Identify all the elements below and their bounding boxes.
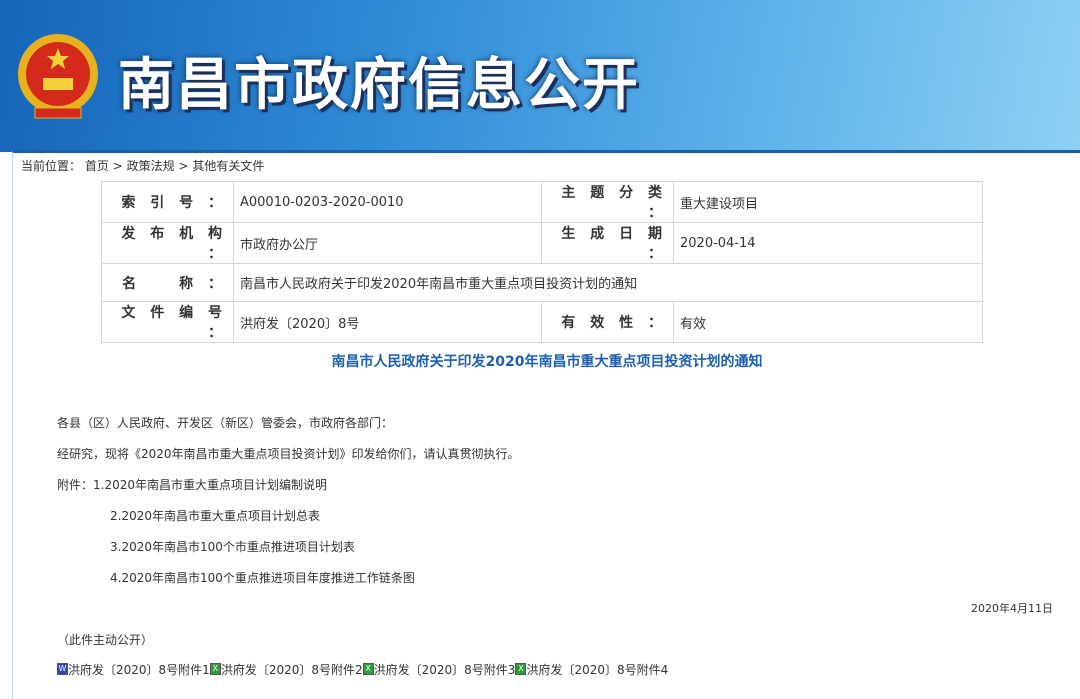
topic-value: 重大建设项目 bbox=[673, 181, 983, 223]
breadcrumb-policy[interactable]: 政策法规 bbox=[127, 159, 175, 173]
breadcrumb-home[interactable]: 首页 bbox=[85, 159, 109, 173]
date-value: 2020-04-14 bbox=[673, 222, 983, 264]
breadcrumb: 当前位置： 首页 > 政策法规 > 其他有关文件 bbox=[21, 157, 264, 174]
docno-label: 文 件 编 号 ： bbox=[101, 301, 234, 343]
document-title: 南昌市人民政府关于印发2020年南昌市重大重点项目投资计划的通知 bbox=[331, 354, 763, 370]
index-value: A00010-0203-2020-0010 bbox=[233, 181, 542, 223]
attachment-file-1[interactable]: W 洪府发〔2020〕8号附件1 bbox=[57, 661, 210, 678]
body-text: 经研究，现将《2020年南昌市重大重点项目投资计划》印发给你们，请认真贯彻执行。 bbox=[57, 447, 520, 461]
attachment-item-4: 4.2020年南昌市100个重点推进项目年度推进工作链条图 bbox=[110, 571, 415, 585]
topic-label: 主 题 分 类 ： bbox=[541, 181, 674, 223]
salutation: 各县（区）人民政府、开发区（新区）管委会，市政府各部门： bbox=[57, 416, 394, 430]
word-file-icon: W bbox=[57, 663, 68, 675]
site-title: 南昌市政府信息公开 bbox=[118, 53, 640, 118]
date-label: 生 成 日 期 ： bbox=[541, 222, 674, 264]
file-name: 洪府发〔2020〕8号附件3 bbox=[373, 662, 516, 677]
file-name: 洪府发〔2020〕8号附件1 bbox=[68, 662, 210, 677]
name-value: 南昌市人民政府关于印发2020年南昌市重大重点项目投资计划的通知 bbox=[233, 263, 983, 302]
public-note: （此件主动公开） bbox=[57, 633, 154, 647]
attachment-text: 1.2020年南昌市重大重点项目计划编制说明 bbox=[93, 478, 328, 492]
breadcrumb-other-docs[interactable]: 其他有关文件 bbox=[192, 159, 264, 173]
docno-value: 洪府发〔2020〕8号 bbox=[233, 301, 542, 343]
publisher-label: 发 布 机 构 ： bbox=[101, 222, 234, 264]
attachment-item-1: 附件：1.2020年南昌市重大重点项目计划编制说明 bbox=[57, 476, 327, 493]
index-label: 索 引 号 ： bbox=[101, 181, 234, 223]
attachment-file-4[interactable]: X 洪府发〔2020〕8号附件4 bbox=[515, 661, 668, 678]
national-emblem-icon bbox=[18, 34, 98, 119]
document-meta-table: 索 引 号 ： A00010-0203-2020-0010 主 题 分 类 ：重大建… bbox=[101, 181, 983, 343]
attachment-item-2: 2.2020年南昌市重大重点项目计划总表 bbox=[110, 509, 320, 523]
attachment-file-2[interactable]: X 洪府发〔2020〕8号附件2 bbox=[209, 661, 363, 678]
attachment-files: W 洪府发〔2020〕8号附件1 X 洪府发〔2020〕8号附件2 X 洪府发〔2020〕… bbox=[57, 660, 668, 678]
name-label: 名 称 ： bbox=[101, 263, 234, 302]
document-date: 2020年4月11日 bbox=[971, 602, 1053, 615]
attachment-prefix: 附件： bbox=[57, 478, 94, 492]
file-name: 洪府发〔2020〕8号附件2 bbox=[220, 662, 363, 677]
breadcrumb-sep: > bbox=[112, 159, 123, 173]
content-area: 当前位置： 首页 > 政策法规 > 其他有关文件 索 引 号 ： A00010-0… bbox=[12, 150, 1080, 699]
excel-file-icon: X bbox=[209, 663, 221, 675]
validity-label: 有 效 性 ： bbox=[541, 301, 674, 343]
file-name: 洪府发〔2020〕8号附件4 bbox=[526, 662, 669, 677]
breadcrumb-label: 当前位置： bbox=[21, 159, 82, 173]
breadcrumb-sep: > bbox=[178, 159, 189, 173]
attachment-item-3: 3.2020年南昌市100个市重点推进项目计划表 bbox=[110, 540, 355, 554]
excel-file-icon: X bbox=[515, 663, 527, 675]
validity-value: 有效 bbox=[673, 301, 983, 343]
excel-file-icon: X bbox=[362, 663, 374, 675]
attachment-file-3[interactable]: X 洪府发〔2020〕8号附件3 bbox=[362, 661, 516, 678]
header-banner: 南昌市政府信息公开 bbox=[0, 0, 1080, 152]
publisher-value: 市政府办公厅 bbox=[233, 222, 542, 264]
